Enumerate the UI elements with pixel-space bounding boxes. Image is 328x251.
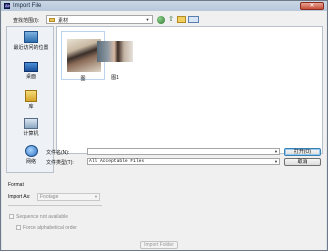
file-type-label: 文件类型(T): [46,160,74,166]
folder-icon [49,18,55,22]
file-name-label: 文件名(N): [46,150,70,156]
chevron-down-icon[interactable]: ▼ [274,149,278,154]
import-folder-button[interactable]: Import Folder [140,241,178,249]
file-name: 图1 [111,75,119,81]
dialog-body: 查找范围(I): 素材 ▼ ⇧ 最近访问的位置 桌面 库 计算机 网络 图 图1… [2,11,326,250]
cancel-button[interactable]: 取消 [284,158,321,166]
file-type-value: All Acceptable Files [89,159,145,164]
alphabetical-label: Force alphabetical order [23,225,77,231]
network-icon [24,145,38,157]
up-folder-icon[interactable]: ⇧ [167,16,175,24]
look-in-value: 素材 [58,18,69,24]
import-as-dropdown[interactable]: Footage ▼ [37,193,100,201]
look-in-label: 查找范围(I): [13,18,40,24]
place-label: 计算机 [23,131,39,137]
format-label: Format [8,182,24,188]
import-as-value: Footage [40,194,59,200]
close-button[interactable]: ✕ [300,2,324,10]
new-folder-icon[interactable] [177,16,186,23]
sequence-label: Sequence not available [16,214,68,220]
file-type-dropdown[interactable]: All Acceptable Files ▼ [87,158,280,165]
import-file-dialog: Ae Import File ✕ 查找范围(I): 素材 ▼ ⇧ 最近访问的位置… [0,0,328,251]
alphabetical-checkbox[interactable] [16,225,21,231]
desktop-icon [24,62,38,72]
window-title: Import File [13,3,42,9]
alphabetical-option[interactable]: Force alphabetical order [16,225,77,231]
place-recent[interactable]: 最近访问的位置 [7,31,55,51]
sequence-checkbox[interactable] [9,214,14,220]
sequence-option[interactable]: Sequence not available [9,214,68,220]
computer-icon [24,118,38,129]
recent-places-icon [24,31,38,43]
chevron-down-icon: ▼ [274,159,278,164]
place-desktop[interactable]: 桌面 [7,62,55,80]
place-libraries[interactable]: 库 [7,90,55,110]
place-label: 桌面 [25,74,36,80]
file-list[interactable]: 图 图1 [56,26,323,154]
image-thumbnail [97,41,133,62]
look-in-dropdown[interactable]: 素材 ▼ [46,15,153,24]
libraries-icon [25,90,37,102]
open-button[interactable]: 打开(O) [284,148,321,156]
title-bar[interactable]: Ae Import File ✕ [1,1,327,11]
place-computer[interactable]: 计算机 [7,118,55,137]
place-label: 库 [28,104,34,110]
import-as-label: Import As: [8,194,31,200]
file-name-input[interactable]: ▼ [87,148,280,155]
chevron-down-icon: ▼ [94,194,98,199]
view-menu-icon[interactable] [188,16,199,23]
chevron-down-icon: ▼ [145,17,150,22]
place-label: 最近访问的位置 [13,45,49,51]
file-item[interactable]: 图1 [93,31,137,81]
divider [8,205,102,206]
app-icon: Ae [4,3,11,9]
back-icon[interactable] [157,16,165,24]
